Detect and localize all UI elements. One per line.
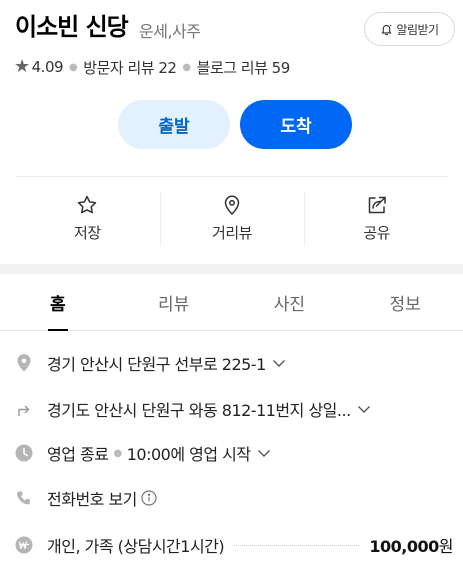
- place-header: 이소빈 신당 운세,사주 알림받기: [15, 12, 455, 46]
- chevron-down-icon: [357, 406, 370, 413]
- phone-row[interactable]: 전화번호 보기: [15, 486, 453, 510]
- jibun-address-text: 경기도 안산시 단원구 와동 812-11번지 상일...: [47, 401, 351, 420]
- notify-label: 알림받기: [396, 22, 439, 37]
- tab-photos[interactable]: 사진: [232, 274, 348, 330]
- tab-home[interactable]: 홈: [0, 274, 116, 331]
- price-item: 개인, 가족 (상담시간1시간): [47, 537, 225, 556]
- tab-info[interactable]: 정보: [347, 274, 463, 330]
- bookmark-star-icon: [78, 195, 97, 213]
- chevron-down-icon: [257, 450, 270, 457]
- action-bar: 저장 거리뷰 공유: [15, 176, 449, 259]
- location-icon: [15, 354, 33, 372]
- arrive-button[interactable]: 도착: [240, 100, 352, 149]
- separator-dot: ●: [69, 61, 78, 73]
- chevron-down-icon: [272, 360, 285, 367]
- save-label: 저장: [74, 223, 101, 242]
- hours-row[interactable]: 영업 종료 ● 10:00에 영업 시작: [15, 441, 453, 465]
- map-pin-icon: [224, 195, 240, 215]
- clock-icon: [15, 444, 33, 462]
- section-divider: [0, 264, 463, 274]
- address-text: 경기 안산시 단원구 선부로 225-1: [47, 355, 266, 374]
- won-icon: [15, 536, 33, 554]
- route-buttons: 출발 도착: [118, 100, 352, 149]
- price-leader: [234, 544, 360, 546]
- hours-status: 영업 종료: [47, 445, 109, 464]
- price-value: 100,000원: [369, 533, 453, 557]
- address-row[interactable]: 경기 안산시 단원구 선부로 225-1: [15, 351, 453, 375]
- share-button[interactable]: 공유: [304, 176, 449, 259]
- phone-label: 전화번호 보기: [47, 490, 137, 509]
- blog-reviews-link[interactable]: 블로그 리뷰 59: [197, 57, 291, 78]
- place-meta: ★ 4.09 ● 방문자 리뷰 22 ● 블로그 리뷰 59: [14, 56, 290, 78]
- place-category: 운세,사주: [139, 22, 201, 41]
- separator-dot: ●: [113, 447, 122, 459]
- place-title: 이소빈 신당: [15, 13, 129, 41]
- notify-button[interactable]: 알림받기: [364, 12, 455, 46]
- share-label: 공유: [363, 223, 390, 242]
- separator-dot: ●: [182, 61, 191, 73]
- star-icon: ★: [14, 56, 30, 77]
- price-amount: 100,000: [369, 537, 439, 556]
- visitor-reviews-link[interactable]: 방문자 리뷰 22: [83, 57, 177, 78]
- price-unit: 원: [438, 537, 454, 556]
- depart-button[interactable]: 출발: [118, 100, 230, 149]
- phone-icon: [15, 489, 33, 507]
- share-icon: [368, 196, 386, 213]
- distance-label: 거리뷰: [212, 223, 252, 242]
- jibun-address-row[interactable]: 경기도 안산시 단원구 와동 812-11번지 상일...: [15, 397, 453, 421]
- route-arrow-icon: [15, 400, 33, 418]
- price-row: 개인, 가족 (상담시간1시간) 100,000원: [15, 533, 454, 557]
- distance-view-button[interactable]: 거리뷰: [159, 176, 305, 259]
- tab-reviews[interactable]: 리뷰: [116, 274, 232, 330]
- tab-bar: 홈 리뷰 사진 정보: [0, 274, 463, 331]
- info-circle-icon[interactable]: [141, 490, 157, 506]
- rating-value: 4.09: [31, 58, 64, 76]
- hours-next: 10:00에 영업 시작: [126, 445, 251, 464]
- save-button[interactable]: 저장: [15, 176, 160, 259]
- bell-icon: [381, 24, 393, 35]
